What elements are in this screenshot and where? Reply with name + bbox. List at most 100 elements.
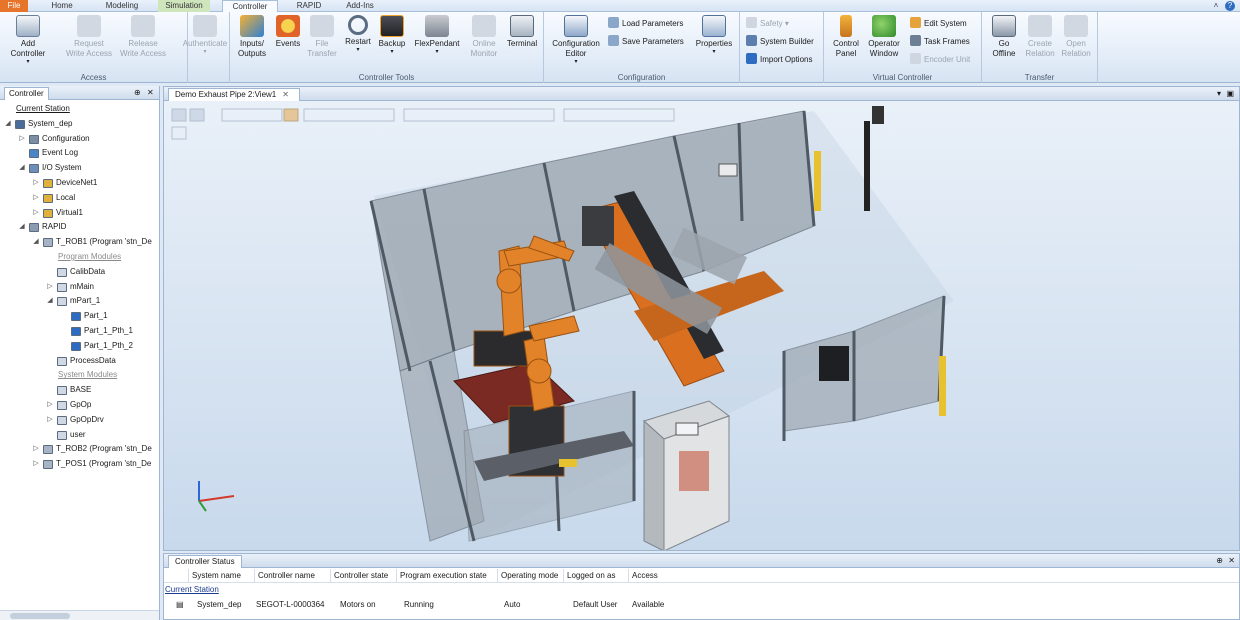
terminal-button[interactable]: Terminal [500, 15, 544, 49]
load-parameters-button[interactable]: Load Parameters [608, 16, 683, 31]
tree-node[interactable]: ◢ mPart_1 [0, 294, 159, 309]
import-options-button[interactable]: Import Options [746, 52, 812, 67]
column-operating-mode[interactable]: Operating mode [497, 569, 558, 583]
safety-button[interactable]: Safety ▾ [746, 16, 789, 31]
tree-node[interactable]: ProcessData [0, 354, 159, 369]
help-icon[interactable]: ? [1225, 1, 1235, 11]
tree-node[interactable]: ▷ Virtual1 [0, 206, 159, 221]
document-tab[interactable]: Demo Exhaust Pipe 2:View1 ✕ [168, 88, 300, 101]
tree-node[interactable]: Part_1_Pth_2 [0, 339, 159, 354]
release-write-access-button[interactable]: Release Write Access [118, 15, 168, 59]
tree-node-label: Configuration [42, 133, 90, 143]
view-toolbar[interactable] [171, 108, 675, 140]
controller-status-tab[interactable]: Controller Status [168, 555, 242, 568]
authenticate-button[interactable]: Authenticate ▾ [176, 15, 234, 55]
pin-icon[interactable]: ⊕ [1216, 554, 1223, 568]
tree-node-label: GpOp [70, 399, 92, 409]
tree-node[interactable]: ▷ mMain [0, 280, 159, 295]
open-relation-button[interactable]: Open Relation [1054, 15, 1098, 59]
tree-node[interactable]: Event Log [0, 146, 159, 161]
column-system-name[interactable]: System name [188, 569, 241, 583]
column-logged-on-as[interactable]: Logged on as [563, 569, 616, 583]
close-panel-icon[interactable]: ✕ [1228, 554, 1235, 568]
tree-node[interactable]: ▷ Configuration [0, 132, 159, 147]
tree-node[interactable]: ▷ T_POS1 (Program 'stn_De [0, 457, 159, 472]
expand-icon[interactable]: ▷ [46, 398, 54, 413]
add-controller-button[interactable]: Add Controller ▾ [6, 15, 50, 65]
tree-node[interactable]: ▷ DeviceNet1 [0, 176, 159, 191]
expand-icon[interactable]: ▷ [18, 132, 26, 147]
tab-file[interactable]: File [0, 0, 28, 12]
close-panel-icon[interactable]: ✕ [147, 86, 154, 100]
document-list-icon[interactable]: ▾ [1217, 87, 1221, 101]
tree-node[interactable]: user [0, 428, 159, 443]
column-controller-name[interactable]: Controller name [254, 569, 315, 583]
expand-icon[interactable]: ▷ [32, 442, 40, 457]
column-controller-state[interactable]: Controller state [330, 569, 388, 583]
operator-window-button[interactable]: Operator Window [862, 15, 906, 59]
tab-modeling[interactable]: Modeling [98, 0, 146, 12]
add-controller-icon [16, 15, 40, 37]
tree-node[interactable]: ▷ Local [0, 191, 159, 206]
tree-node-label: Part_1_Pth_1 [84, 325, 133, 335]
tree-node[interactable]: ▷ T_ROB2 (Program 'stn_De [0, 442, 159, 457]
edit-system-button[interactable]: Edit System [910, 16, 967, 31]
expand-icon[interactable]: ▷ [32, 206, 40, 221]
tree-node[interactable]: ◢ System_dep [0, 117, 159, 132]
tree-node[interactable]: ◢ I/O System [0, 161, 159, 176]
tree-node[interactable]: BASE [0, 383, 159, 398]
column-program-execution-state[interactable]: Program execution state [396, 569, 487, 583]
scrollbar-thumb[interactable] [10, 613, 70, 619]
status-station-link[interactable]: Current Station [165, 585, 219, 594]
request-write-icon [77, 15, 101, 37]
task-frames-icon [910, 35, 921, 46]
tree-node[interactable]: CalibData [0, 265, 159, 280]
close-document-icon[interactable]: ✕ [282, 90, 289, 99]
expand-icon[interactable]: ▷ [32, 457, 40, 472]
tree-section-header[interactable]: Program Modules [0, 250, 159, 265]
column-access[interactable]: Access [628, 569, 658, 583]
expand-icon[interactable]: ▷ [32, 191, 40, 206]
tab-home[interactable]: Home [44, 0, 80, 12]
collapse-icon[interactable]: ◢ [46, 294, 54, 309]
task-frames-button[interactable]: Task Frames [910, 34, 970, 49]
system-builder-button[interactable]: System Builder [746, 34, 814, 49]
light-curtain-post [814, 151, 821, 211]
tree-node[interactable]: Part_1 [0, 309, 159, 324]
configuration-editor-button[interactable]: Configuration Editor ▾ [548, 15, 604, 65]
collapse-icon[interactable]: ◢ [18, 161, 26, 176]
tab-add-ins[interactable]: Add-Ins [340, 0, 380, 12]
expand-icon[interactable]: ▷ [46, 280, 54, 295]
tree-node[interactable]: ▷ GpOpDrv [0, 413, 159, 428]
table-row[interactable]: ▤ System_dep SEGOT-L-0000364 Motors on R… [164, 598, 1239, 612]
tree-station-link[interactable]: Current Station [0, 102, 159, 117]
tree-node[interactable]: ◢ RAPID [0, 220, 159, 235]
save-parameters-button[interactable]: Save Parameters [608, 34, 684, 49]
collapse-icon[interactable]: ◢ [18, 220, 26, 235]
flexpendant-button[interactable]: FlexPendant ▾ [410, 15, 464, 55]
collapse-icon[interactable]: ◢ [32, 235, 40, 250]
3d-viewport[interactable] [164, 101, 1239, 550]
backup-button[interactable]: Backup ▾ [370, 15, 414, 55]
tree-node[interactable]: ◢ T_ROB1 (Program 'stn_De [0, 235, 159, 250]
expand-icon[interactable]: ▷ [46, 413, 54, 428]
tree-node-label: RAPID [42, 222, 67, 232]
tab-rapid[interactable]: RAPID [290, 0, 328, 12]
pin-icon[interactable]: ⊕ [134, 86, 141, 100]
expand-icon[interactable]: ▷ [32, 176, 40, 191]
maximize-view-icon[interactable]: ▣ [1226, 87, 1234, 101]
properties-button[interactable]: Properties ▾ [692, 15, 736, 55]
tree-node[interactable]: ▷ GpOp [0, 398, 159, 413]
network-icon [43, 208, 53, 218]
controller-panel-tab[interactable]: Controller [4, 87, 49, 100]
minimize-ribbon-icon[interactable]: ˄ [1210, 0, 1222, 12]
request-write-access-button[interactable]: Request Write Access [64, 15, 114, 59]
collapse-icon[interactable]: ◢ [4, 117, 12, 132]
tree-node[interactable]: Part_1_Pth_1 [0, 324, 159, 339]
tree-section-header[interactable]: System Modules [0, 368, 159, 383]
encoder-unit-button[interactable]: Encoder Unit [910, 52, 970, 67]
tree-horizontal-scrollbar[interactable] [0, 610, 159, 620]
tab-simulation[interactable]: Simulation [158, 0, 210, 12]
axis-triad [198, 481, 235, 512]
inputs-outputs-icon [240, 15, 264, 37]
